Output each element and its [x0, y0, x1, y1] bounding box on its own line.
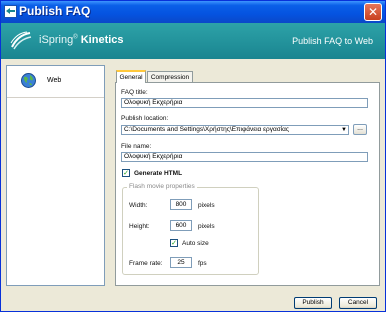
faq-title-input[interactable]: Ολοφυκή Εκχερήρια — [121, 98, 368, 108]
file-name-input[interactable]: Ολοφυκή Εκχερήρια — [121, 152, 368, 162]
flash-group-title: Flash movie properties — [127, 183, 197, 190]
banner-title: Publish FAQ to Web — [292, 36, 373, 46]
frame-rate-input[interactable]: 25 — [170, 257, 192, 268]
generate-html-checkbox[interactable]: ✓ — [122, 169, 130, 177]
cancel-button[interactable]: Cancel — [339, 297, 377, 309]
height-label: Height: — [129, 223, 150, 230]
auto-size-label: Auto size — [182, 240, 209, 247]
brand-name: iSpring® Kinetics — [39, 34, 124, 46]
close-icon: ✕ — [367, 5, 379, 19]
app-icon — [4, 5, 17, 18]
sidebar-item-label: Web — [47, 77, 62, 84]
publish-location-combo[interactable]: C:\Documents and Settings\Χρήστης\Επιφάν… — [121, 125, 349, 135]
faq-title-label: FAQ title: — [121, 89, 148, 96]
publish-location-value: C:\Documents and Settings\Χρήστης\Επιφάν… — [124, 126, 290, 133]
tab-general[interactable]: General — [116, 70, 146, 83]
sidebar-item-web[interactable]: Web — [7, 66, 104, 98]
generate-html-label: Generate HTML — [134, 170, 183, 177]
publish-button[interactable]: Publish — [294, 297, 332, 309]
close-button[interactable]: ✕ — [364, 3, 382, 21]
width-unit: pixels — [198, 202, 215, 209]
publish-location-label: Publish location: — [121, 115, 169, 122]
publish-faq-dialog: Publish FAQ ✕ iSpring® Kinetics Publish … — [0, 0, 386, 312]
height-unit: pixels — [198, 223, 215, 230]
auto-size-checkbox[interactable]: ✓ — [170, 239, 178, 247]
window-title: Publish FAQ — [19, 4, 91, 18]
globe-icon — [21, 73, 36, 88]
browse-button[interactable]: ... — [353, 124, 367, 135]
chevron-down-icon[interactable]: ▼ — [340, 126, 348, 134]
width-label: Width: — [129, 202, 148, 209]
height-input[interactable]: 600 — [170, 220, 192, 231]
file-name-label: File name: — [121, 143, 152, 150]
header-banner: iSpring® Kinetics Publish FAQ to Web — [1, 23, 385, 59]
title-bar[interactable]: Publish FAQ ✕ — [1, 1, 385, 23]
frame-rate-label: Frame rate: — [129, 260, 163, 267]
ispring-logo-icon — [10, 31, 32, 50]
width-input[interactable]: 800 — [170, 199, 192, 210]
frame-rate-unit: fps — [198, 260, 207, 267]
publish-target-list: Web — [6, 65, 105, 286]
